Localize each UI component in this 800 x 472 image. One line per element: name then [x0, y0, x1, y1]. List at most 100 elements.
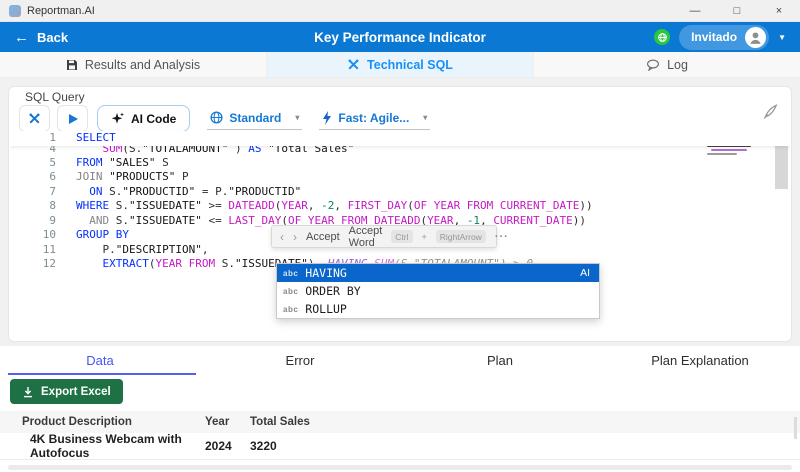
table-row[interactable]: 4K Business Webcam with Autofocus 2024 3…: [0, 432, 800, 460]
panel-title: SQL Query: [25, 90, 85, 104]
line-number: 4: [49, 145, 56, 155]
download-icon: [24, 386, 32, 397]
tab-label: Results and Analysis: [84, 57, 201, 72]
model-select[interactable]: Standard ▾: [207, 108, 303, 130]
code-line[interactable]: 5 FROM "SALES" S: [10, 156, 790, 171]
pen-icon[interactable]: [762, 103, 779, 125]
sql-toolbar: AI Code Standard ▾ Fast: Agile... ▾: [19, 105, 431, 132]
model-select-value: Standard: [229, 110, 282, 125]
tab-plan-explanation[interactable]: Plan Explanation: [600, 350, 800, 372]
rightarrow-key-badge: RightArrow: [435, 230, 486, 243]
tab-error[interactable]: Error: [200, 350, 400, 372]
chat-icon: [647, 58, 660, 71]
code-line[interactable]: 1 SELECT: [10, 131, 790, 146]
column-year: Year: [205, 416, 230, 428]
code-line[interactable]: 6 JOIN "PRODUCTS" P: [10, 170, 790, 185]
save-icon: [66, 59, 77, 70]
autocomplete-item-rollup[interactable]: abc ROLLUP: [277, 300, 599, 318]
line-code: WHERE S."ISSUEDATE" >= DATEADD(YEAR, -2,…: [76, 199, 593, 212]
more-options-icon[interactable]: ···: [495, 231, 509, 243]
minimap-line: [707, 153, 737, 155]
globe-glyph: [657, 32, 667, 42]
minimize-button[interactable]: —: [674, 0, 716, 21]
tab-label: Technical SQL: [367, 57, 453, 72]
line-number: 7: [49, 184, 56, 198]
tab-log[interactable]: Log: [534, 52, 800, 77]
tab-results-and-analysis[interactable]: Results and Analysis: [0, 52, 267, 77]
table-scrollbar[interactable]: [794, 417, 797, 439]
sql-query-panel: SQL Query AI Code Standard ▾ Fast: Agile…: [8, 86, 792, 342]
bolt-icon: [323, 110, 332, 125]
line-code: GROUP BY: [76, 228, 129, 241]
ai-badge: AI: [580, 267, 590, 279]
run-query-button[interactable]: [57, 105, 88, 132]
horizontal-scrollbar[interactable]: [8, 465, 792, 470]
code-line[interactable]: 7 ON S."PRODUCTID" = P."PRODUCTID": [10, 185, 790, 200]
table-header: Product Description Year Total Sales: [0, 411, 800, 433]
autocomplete-label: ROLLUP: [305, 302, 347, 316]
cell-product-description: 4K Business Webcam with Autofocus: [30, 432, 182, 460]
line-code: FROM "SALES" S: [76, 155, 169, 169]
next-suggestion-icon[interactable]: ›: [293, 230, 297, 244]
main-tab-bar: Results and Analysis Technical SQL Log: [0, 52, 800, 78]
line-number: 6: [49, 170, 56, 183]
results-section: Data Error Plan Plan Explanation Export …: [0, 346, 800, 472]
autocomplete-label: HAVING: [305, 266, 347, 280]
word-icon: abc: [283, 286, 299, 296]
ai-code-label: AI Code: [131, 111, 177, 126]
previous-suggestion-icon[interactable]: ‹: [280, 230, 284, 244]
column-product-description: Product Description: [22, 416, 132, 428]
word-icon: abc: [283, 304, 299, 314]
autocomplete-item-having[interactable]: abc HAVING AI: [277, 264, 599, 282]
line-number: 9: [49, 213, 56, 227]
code-line[interactable]: 4 SUM(S."TOTALAMOUNT" ) AS "Total Sales": [10, 146, 790, 156]
line-code: SELECT: [76, 131, 116, 144]
tools-button[interactable]: [19, 105, 50, 132]
tab-plan[interactable]: Plan: [400, 350, 600, 372]
minimap-line: [711, 149, 747, 151]
export-excel-button[interactable]: Export Excel: [10, 379, 123, 404]
user-label: Invitado: [691, 30, 738, 44]
person-icon: [750, 31, 761, 44]
ai-code-button[interactable]: AI Code: [97, 105, 191, 132]
avatar: [745, 26, 767, 48]
back-button[interactable]: ← Back: [14, 30, 68, 45]
editor-scrollbar[interactable]: [775, 131, 788, 327]
play-icon: [69, 113, 78, 124]
close-button[interactable]: ×: [758, 0, 800, 21]
back-label: Back: [37, 29, 69, 45]
ctrl-key-badge: Ctrl: [391, 230, 413, 243]
user-menu[interactable]: Invitado: [679, 24, 770, 50]
maximize-button[interactable]: □: [716, 0, 758, 21]
code-lines: 1 SELECT 4 SUM(S."TOTALAMOUNT" ) AS "Total…: [10, 131, 790, 272]
autocomplete-dropdown: abc HAVING AI abc ORDER BY abc ROLLUP: [276, 263, 600, 319]
tab-label: Log: [667, 57, 688, 72]
sparkle-icon: [111, 112, 124, 124]
accept-word-button[interactable]: Accept Word: [349, 225, 383, 249]
line-number: 1: [49, 131, 56, 144]
suggestion-toolbar: ‹ › Accept Accept Word Ctrl + RightArrow…: [271, 225, 508, 249]
column-total-sales: Total Sales: [250, 416, 310, 428]
tab-technical-sql[interactable]: Technical SQL: [267, 52, 534, 77]
line-code: SUM(S."TOTALAMOUNT" ) AS "Total Sales": [102, 145, 355, 155]
cell-total-sales: 3220: [250, 439, 277, 453]
speed-select[interactable]: Fast: Agile... ▾: [319, 108, 431, 130]
line-number: 10: [42, 228, 56, 241]
speed-select-value: Fast: Agile...: [338, 110, 410, 125]
app-icon: [9, 4, 21, 17]
active-tab-underline: [8, 373, 196, 375]
back-arrow-icon: ←: [14, 28, 29, 46]
user-caret-icon[interactable]: ▼: [778, 33, 786, 42]
line-number: 8: [49, 199, 56, 212]
code-line[interactable]: 8 WHERE S."ISSUEDATE" >= DATEADD(YEAR, -2…: [10, 199, 790, 214]
line-code: ON S."PRODUCTID" = P."PRODUCTID": [89, 184, 302, 198]
titlebar: Reportman.AI — □ ×: [0, 0, 800, 22]
cell-year: 2024: [205, 439, 232, 453]
line-number: 11: [42, 242, 56, 256]
window-controls: — □ ×: [674, 0, 800, 21]
line-code: P."DESCRIPTION",: [76, 242, 209, 256]
accept-button[interactable]: Accept: [306, 231, 340, 243]
autocomplete-item-order-by[interactable]: abc ORDER BY: [277, 282, 599, 300]
language-icon[interactable]: [654, 29, 671, 45]
tab-data[interactable]: Data: [0, 350, 200, 372]
